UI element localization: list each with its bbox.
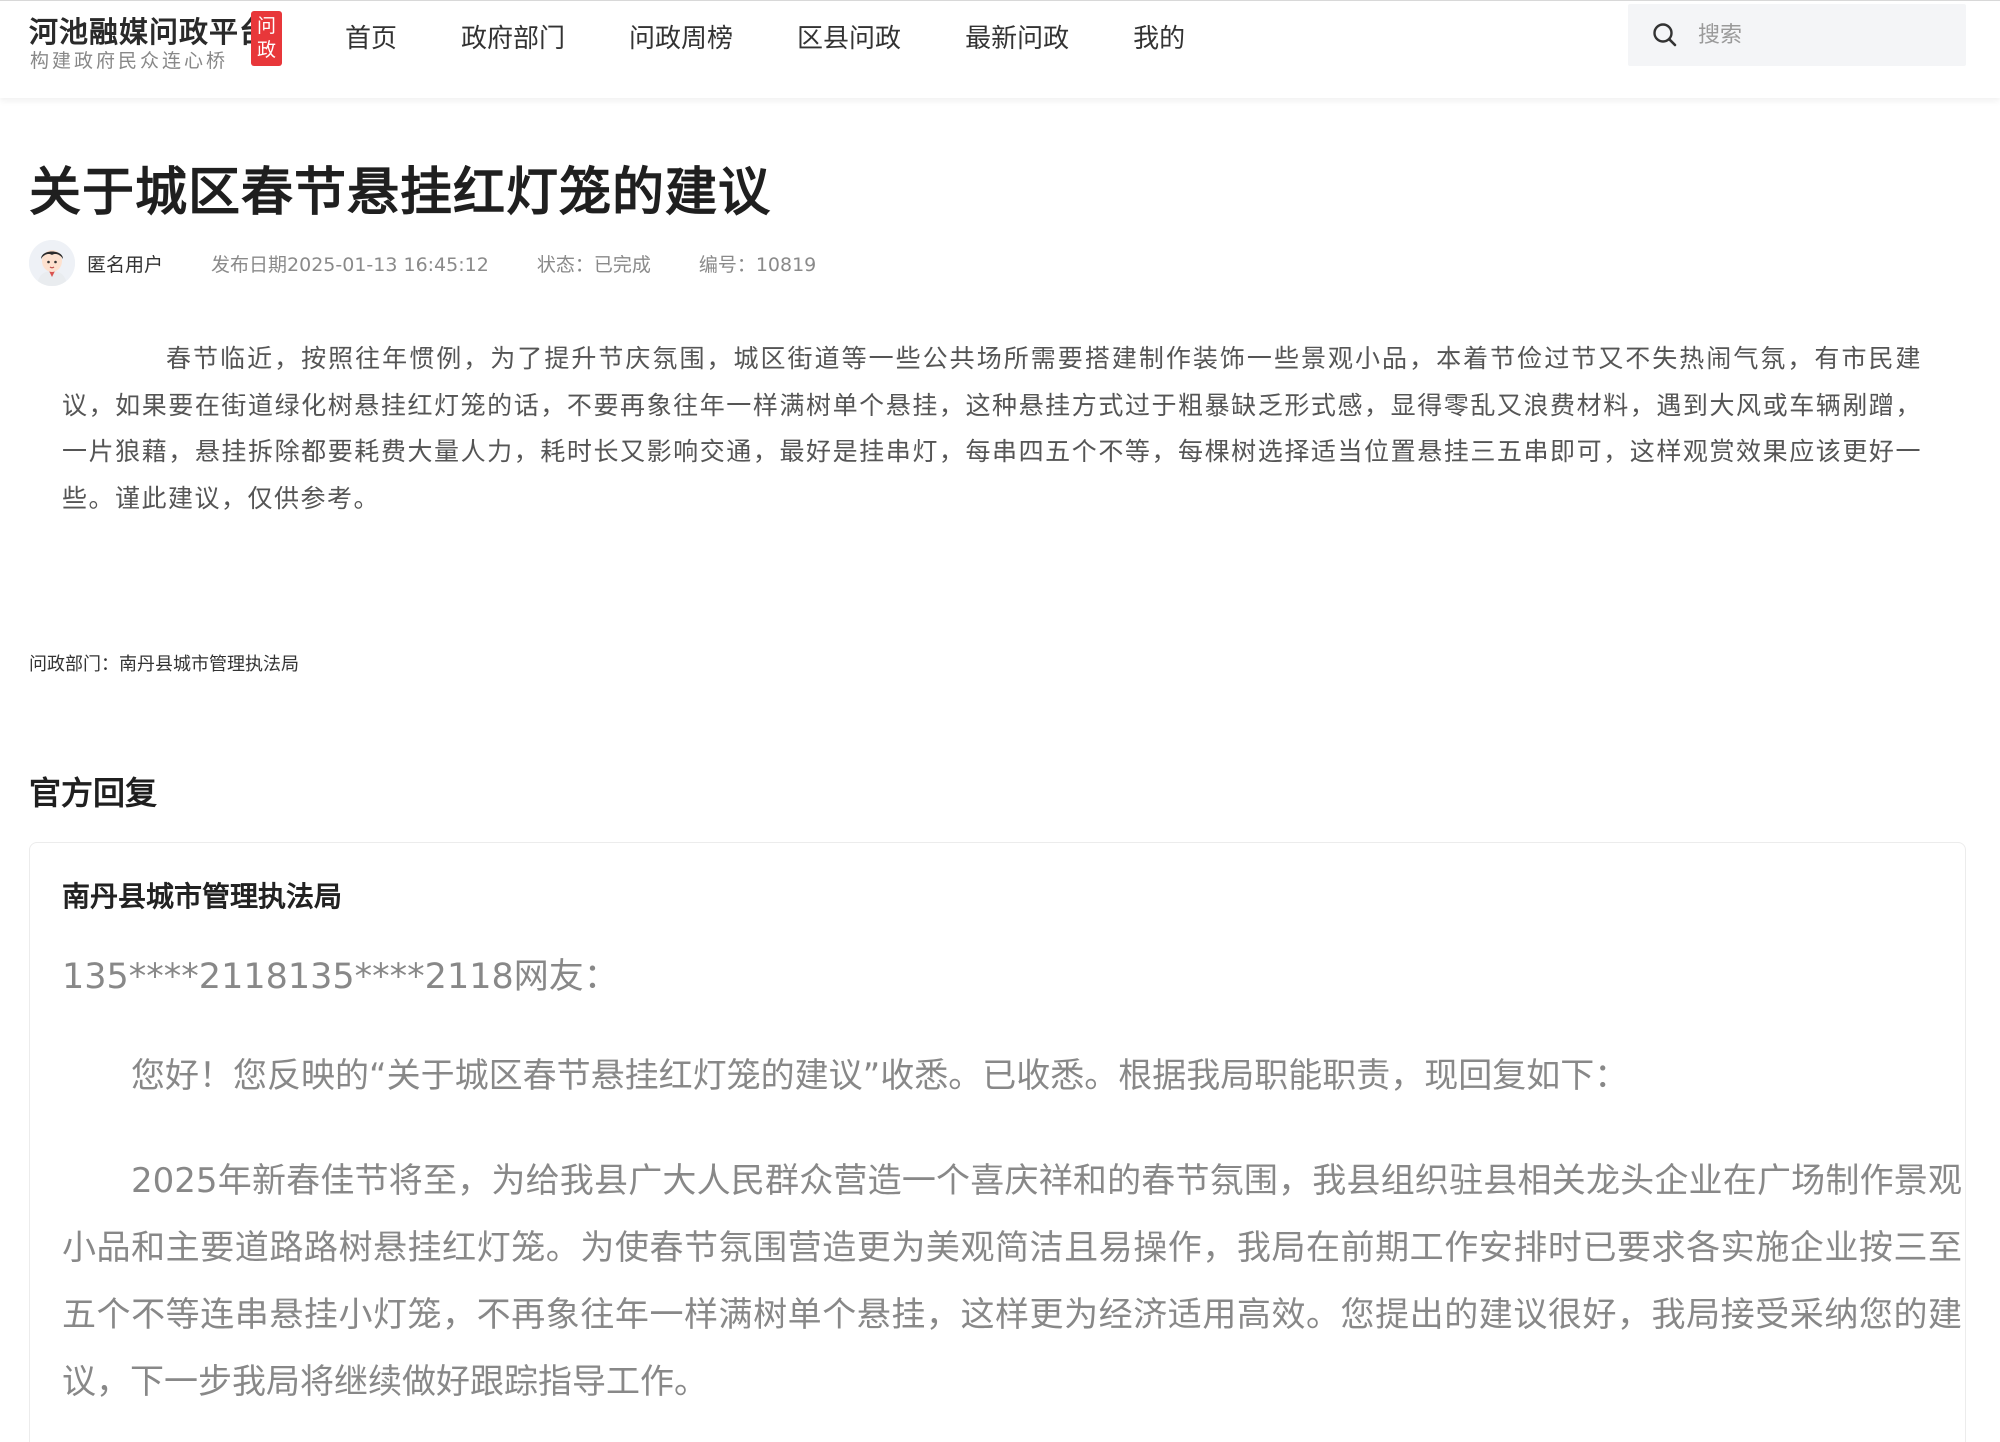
author-name: 匿名用户: [87, 253, 164, 276]
article-meta: 匿名用户 发布日期2025-01-13 16:45:12 状态：已完成 编号：1…: [29, 240, 816, 286]
search-box[interactable]: [1628, 4, 1966, 66]
logo-badge: 问政: [251, 11, 282, 66]
status-badge: 状态：已完成: [536, 253, 651, 276]
publish-date: 发布日期2025-01-13 16:45:12: [211, 253, 489, 276]
nav-item-home[interactable]: 首页: [345, 18, 397, 55]
target-department: 问政部门：南丹县城市管理执法局: [29, 654, 299, 675]
reply-greeting: 135****2118135****2118网友：: [62, 957, 619, 997]
question-number: 编号：10819: [698, 253, 817, 276]
search-input[interactable]: [1698, 16, 1948, 54]
official-reply-heading: 官方回复: [29, 774, 158, 812]
reply-paragraph-2: 2025年新春佳节将至，为给我县广大人民群众营造一个喜庆祥和的春节氛围，我县组织…: [62, 1161, 1962, 1402]
site-logo[interactable]: 河池融媒问政平台 构建政府民众连心桥 问政: [29, 9, 284, 72]
logo-subtitle: 构建政府民众连心桥: [30, 50, 229, 72]
article-body: 春节临近，按照往年惯例，为了提升节庆氛围，城区街道等一些公共场所需要搭建制作装饰…: [62, 344, 1922, 513]
logo-title: 河池融媒问政平台: [29, 15, 270, 49]
official-reply-card: 南丹县城市管理执法局 135****2118135****2118网友： 您好！…: [29, 842, 1966, 1442]
reply-paragraph-1: 您好！您反映的“关于城区春节悬挂红灯笼的建议”收悉。已收悉。根据我局职能职责，现…: [131, 1056, 1629, 1096]
nav-item-latest[interactable]: 最新问政: [965, 18, 1069, 55]
search-icon[interactable]: [1652, 22, 1678, 48]
nav-item-mine[interactable]: 我的: [1133, 18, 1185, 55]
nav-item-county[interactable]: 区县问政: [797, 18, 901, 55]
top-navbar: 河池融媒问政平台 构建政府民众连心桥 问政 首页 政府部门 问政周榜 区县问政 …: [0, 0, 2000, 98]
article-title: 关于城区春节悬挂红灯笼的建议: [29, 163, 772, 223]
avatar-icon: [29, 240, 75, 286]
nav-item-weekly-rank[interactable]: 问政周榜: [629, 18, 733, 55]
main-nav: 首页 政府部门 问政周榜 区县问政 最新问政 我的: [345, 1, 1249, 71]
reply-organization: 南丹县城市管理执法局: [62, 880, 343, 913]
nav-item-departments[interactable]: 政府部门: [461, 18, 565, 55]
